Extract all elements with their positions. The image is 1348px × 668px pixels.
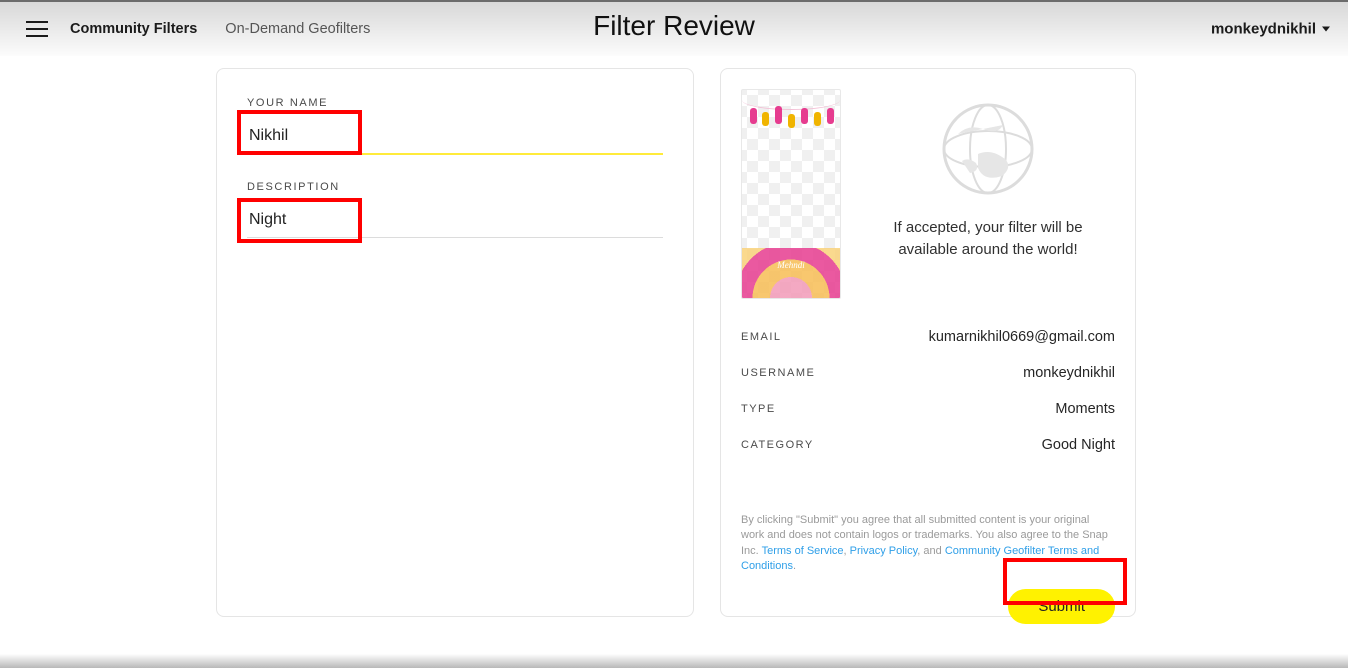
info-key: TYPE <box>741 403 776 415</box>
info-row-email: EMAIL kumarnikhil0669@gmail.com <box>741 319 1115 355</box>
topbar: Community Filters On-Demand Geofilters F… <box>0 0 1348 56</box>
nav-ondemand-geofilters[interactable]: On-Demand Geofilters <box>225 21 370 37</box>
accept-text: If accepted, your filter will be availab… <box>893 217 1082 261</box>
info-row-username: USERNAME monkeydnikhil <box>741 355 1115 391</box>
info-row-type: TYPE Moments <box>741 391 1115 427</box>
form-card: YOUR NAME DESCRIPTION <box>216 68 694 617</box>
filter-preview: Mehndi <box>741 89 841 299</box>
info-key: EMAIL <box>741 331 782 343</box>
info-val: kumarnikhil0669@gmail.com <box>929 329 1115 345</box>
info-val: Moments <box>1055 401 1115 417</box>
user-menu-label: monkeydnikhil <box>1211 21 1316 38</box>
preview-caption: Mehndi <box>742 260 840 270</box>
description-label: DESCRIPTION <box>247 181 663 193</box>
description-input[interactable] <box>247 205 663 238</box>
info-row-category: CATEGORY Good Night <box>741 427 1115 463</box>
nav-community-filters[interactable]: Community Filters <box>70 21 197 37</box>
info-key: CATEGORY <box>741 439 814 451</box>
summary-card: Mehndi If accepted, your filter will be … <box>720 68 1136 617</box>
link-privacy[interactable]: Privacy Policy <box>850 545 918 557</box>
page-title: Filter Review <box>593 10 755 42</box>
caret-down-icon <box>1322 27 1330 32</box>
name-input[interactable] <box>247 121 663 155</box>
hamburger-icon[interactable] <box>26 21 48 37</box>
link-tos[interactable]: Terms of Service <box>762 545 844 557</box>
submit-button[interactable]: Submit <box>1008 589 1115 624</box>
nav-links: Community Filters On-Demand Geofilters <box>70 21 370 37</box>
globe-icon <box>938 99 1038 199</box>
name-label: YOUR NAME <box>247 97 663 109</box>
info-val: Good Night <box>1042 437 1115 453</box>
bottom-shade <box>0 654 1348 668</box>
info-key: USERNAME <box>741 367 815 379</box>
legal-text: By clicking "Submit" you agree that all … <box>741 513 1115 575</box>
info-val: monkeydnikhil <box>1023 365 1115 381</box>
user-menu[interactable]: monkeydnikhil <box>1211 21 1330 38</box>
